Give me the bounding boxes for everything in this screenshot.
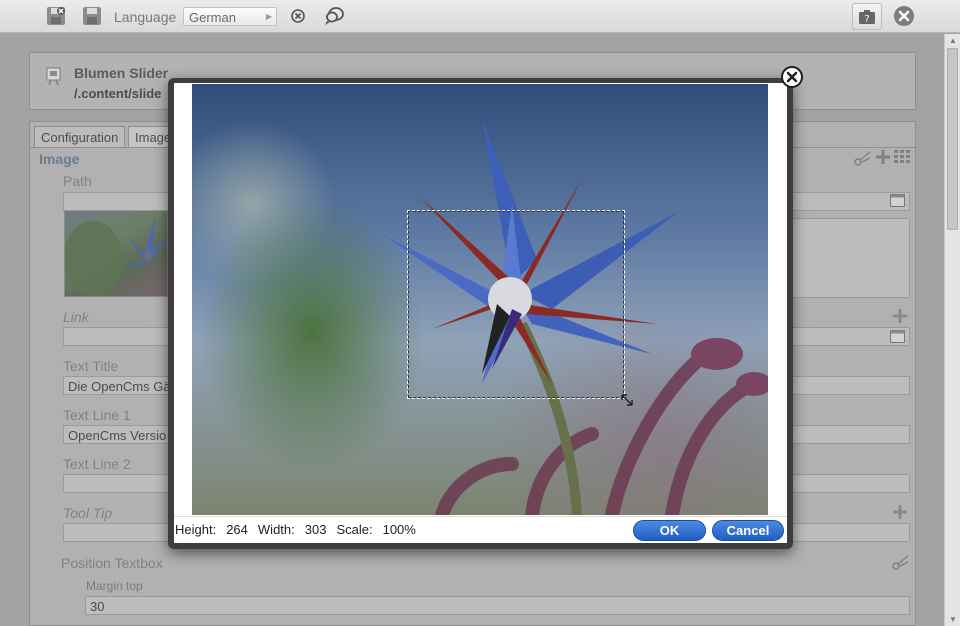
chevron-right-icon: ▶	[265, 12, 272, 21]
height-label: Height:	[175, 522, 217, 537]
width-label: Width:	[257, 522, 295, 537]
crop-image[interactable]	[192, 84, 768, 515]
scroll-up-icon[interactable]: ▲	[949, 36, 957, 45]
save-icon[interactable]	[81, 5, 103, 27]
language-select[interactable]: German ▶	[183, 7, 277, 26]
resize-handle-icon[interactable]	[620, 393, 634, 407]
text-line1-label: Text Line 1	[63, 407, 131, 423]
dialog-body: Height: 264 Width: 303 Scale: 100% OK Cancel	[174, 83, 787, 543]
text-title-label: Text Title	[63, 358, 119, 374]
scissors-icon[interactable]	[854, 150, 872, 166]
help-button[interactable]: ?	[852, 3, 882, 30]
text-line2-label: Text Line 2	[63, 456, 131, 472]
add-icon[interactable]	[875, 149, 891, 165]
add-link-icon[interactable]	[892, 308, 908, 324]
path-label: Path	[63, 173, 92, 189]
copy-locale-icon[interactable]	[323, 5, 345, 27]
help-icon: ?	[859, 9, 875, 25]
section-title-image: Image	[39, 151, 80, 167]
crop-dimensions: Height: 264 Width: 303 Scale: 100%	[175, 522, 420, 537]
cancel-button[interactable]: Cancel	[712, 520, 784, 541]
dialog-close-icon[interactable]	[781, 66, 803, 88]
resource-title: Blumen Slider	[74, 65, 169, 81]
svg-text:?: ?	[864, 14, 869, 25]
position-textbox-label: Position Textbox	[61, 555, 163, 571]
tab-configuration[interactable]: Configuration	[34, 126, 126, 148]
position-scissors-icon[interactable]	[892, 554, 910, 570]
language-label: Language	[114, 9, 177, 25]
dialog-footer: Height: 264 Width: 303 Scale: 100% OK Cancel	[174, 516, 787, 543]
close-editor-icon[interactable]	[893, 5, 915, 27]
margin-top-field[interactable]: 30	[85, 596, 910, 615]
ok-button[interactable]: OK	[633, 520, 706, 541]
height-value: 264	[226, 522, 248, 537]
add-tooltip-icon[interactable]	[892, 504, 908, 520]
link-browse-icon[interactable]	[890, 330, 905, 343]
tooltip-label: Tool Tip	[63, 505, 113, 521]
gallery-open-icon[interactable]	[890, 194, 905, 207]
page-scrollbar[interactable]: ▲ ▼	[944, 34, 960, 626]
scale-value: 100%	[382, 522, 416, 537]
language-value: German	[189, 10, 236, 25]
width-value: 303	[304, 522, 327, 537]
delete-locale-icon[interactable]	[287, 5, 309, 27]
toolbar: Language German ▶ ?	[0, 0, 960, 33]
grid-menu-icon[interactable]	[894, 150, 910, 164]
link-label: Link	[63, 309, 89, 325]
margin-top-label: Margin top	[86, 579, 143, 593]
resource-path: /.content/slide	[74, 86, 162, 101]
scrollbar-thumb[interactable]	[947, 48, 958, 230]
slider-resource-icon	[46, 67, 61, 86]
scale-label: Scale:	[336, 522, 373, 537]
image-crop-dialog: Height: 264 Width: 303 Scale: 100% OK Cancel	[168, 78, 793, 549]
save-exit-icon[interactable]	[45, 5, 67, 27]
scroll-down-icon[interactable]: ▼	[949, 615, 957, 624]
crop-selection-box[interactable]	[407, 210, 625, 399]
